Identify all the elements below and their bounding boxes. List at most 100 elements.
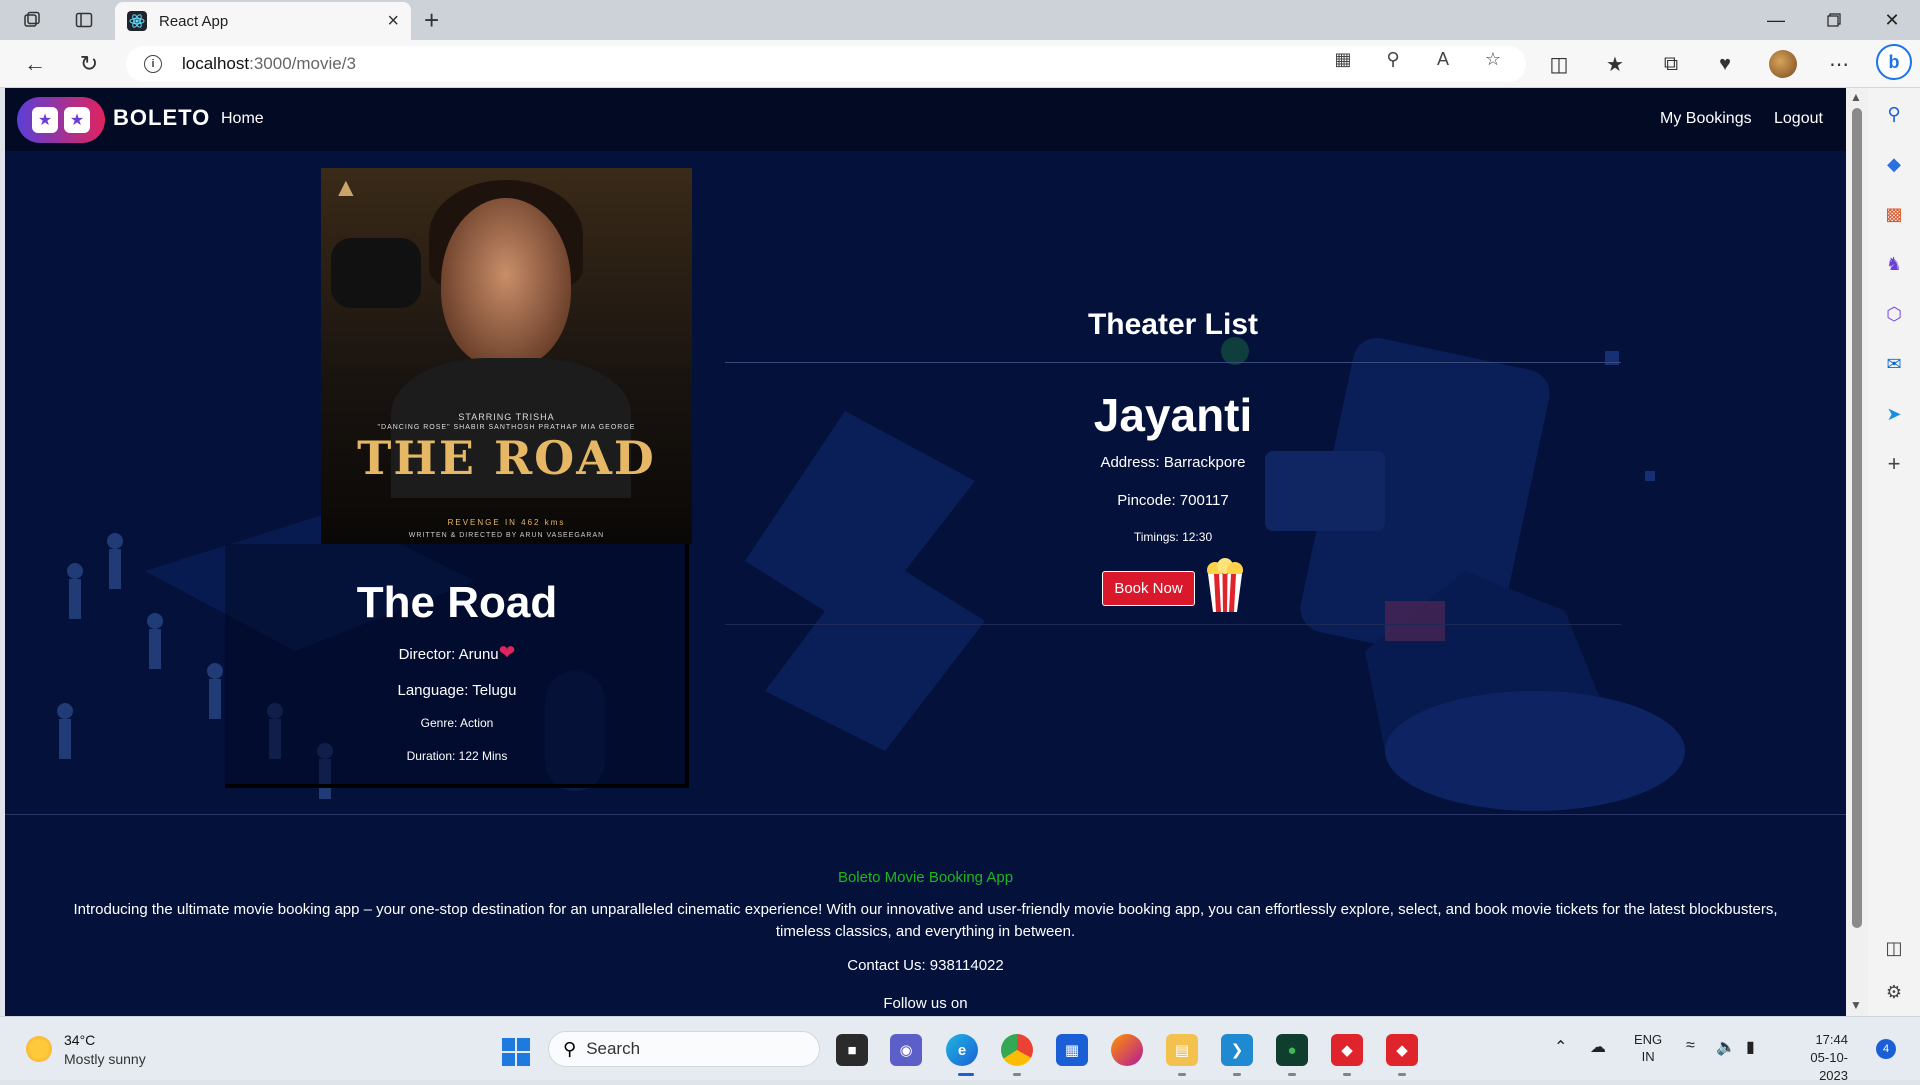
movie-card: ▲ STARRING TRISHA "DANCING ROSE" SHABIR … bbox=[225, 168, 692, 788]
active-indicator bbox=[958, 1073, 974, 1076]
movie-title: The Road bbox=[356, 578, 558, 627]
close-window-button[interactable]: ✕ bbox=[1870, 6, 1914, 34]
more-options-icon[interactable]: ⋯ bbox=[1824, 50, 1854, 78]
app-available-icon[interactable]: ▦ bbox=[1330, 48, 1356, 70]
teams-icon[interactable]: ◉ bbox=[890, 1034, 922, 1066]
poster-title: THE ROAD bbox=[357, 431, 656, 485]
weather-temperature[interactable]: 34°C bbox=[64, 1032, 95, 1048]
tab-bar: React App × + — ✕ bbox=[0, 0, 1920, 40]
browser-tab-active[interactable]: React App × bbox=[115, 2, 411, 40]
scroll-thumb[interactable] bbox=[1852, 108, 1862, 928]
file-explorer-icon[interactable]: ▤ bbox=[1166, 1034, 1198, 1066]
minimize-button[interactable]: — bbox=[1754, 6, 1798, 34]
footer-follow: Follow us on bbox=[883, 995, 968, 1012]
movie-info: The Road Director: Arunu❤ Language: Telu… bbox=[225, 544, 689, 788]
site-info-icon[interactable]: i bbox=[144, 55, 162, 73]
weather-description[interactable]: Mostly sunny bbox=[64, 1051, 146, 1067]
movie-director-text: Director: Arunu bbox=[398, 646, 499, 663]
show-hidden-icons-icon[interactable]: ⌃ bbox=[1554, 1037, 1567, 1057]
browser-essentials-icon[interactable]: ♥ bbox=[1710, 50, 1740, 78]
clock-time: 17:44 bbox=[1815, 1032, 1848, 1047]
theater-timings: Timings: 12:30 bbox=[1133, 530, 1213, 544]
star-icon: ★ bbox=[32, 107, 58, 133]
split-screen-icon[interactable]: ◫ bbox=[1544, 50, 1574, 78]
url-path: :3000/movie/3 bbox=[249, 54, 356, 73]
scroll-up-arrow-icon[interactable]: ▲ bbox=[1850, 90, 1862, 104]
input-language-code: ENG bbox=[1634, 1032, 1663, 1047]
weather-sun-icon[interactable] bbox=[26, 1036, 52, 1062]
system-clock[interactable]: 17:44 05-10-2023 bbox=[1786, 1031, 1848, 1085]
favorite-star-icon[interactable]: ☆ bbox=[1480, 48, 1506, 70]
edge-icon[interactable]: e bbox=[946, 1034, 978, 1066]
git-icon[interactable]: ◆ bbox=[1331, 1034, 1363, 1066]
tab-title: React App bbox=[159, 12, 229, 30]
outlook-icon[interactable]: ✉ bbox=[1882, 352, 1906, 376]
boleto-logo[interactable]: ★ ★ bbox=[17, 97, 105, 143]
onedrive-icon[interactable]: ☁ bbox=[1590, 1037, 1606, 1057]
page-scrollbar[interactable]: ▲ ▼ bbox=[1846, 88, 1868, 1016]
poster-tagline: REVENGE IN 462 kms bbox=[447, 518, 566, 527]
star-icon: ★ bbox=[64, 107, 90, 133]
store-icon[interactable]: ▦ bbox=[1056, 1034, 1088, 1066]
restore-button[interactable] bbox=[1812, 6, 1856, 34]
site-header: ★ ★ BOLETO Home My Bookings Logout bbox=[5, 88, 1846, 151]
new-tab-button[interactable]: + bbox=[424, 6, 439, 34]
brand-name[interactable]: BOLETO bbox=[113, 105, 210, 131]
footer-title: Boleto Movie Booking App bbox=[837, 869, 1014, 886]
wifi-icon[interactable]: ≈ bbox=[1686, 1037, 1695, 1055]
nav-logout-link[interactable]: Logout bbox=[1774, 110, 1823, 128]
edge-sidebar: ⚲ ◆ ▩ ♞ ⬡ ✉ ➤ + ◫ ⚙ bbox=[1868, 88, 1920, 1016]
poster-credit: WRITTEN & DIRECTED BY ARUN VASEEGARAN bbox=[408, 532, 605, 539]
send-icon[interactable]: ➤ bbox=[1882, 402, 1906, 426]
tools-icon[interactable]: ▩ bbox=[1882, 202, 1906, 226]
footer-contact: Contact Us: 938114022 bbox=[847, 957, 1004, 974]
git-icon[interactable]: ◆ bbox=[1386, 1034, 1418, 1066]
firefox-icon[interactable] bbox=[1111, 1034, 1143, 1066]
theater-name: Jayanti bbox=[1093, 389, 1253, 441]
movie-poster: ▲ STARRING TRISHA "DANCING ROSE" SHABIR … bbox=[321, 168, 692, 544]
tab-actions-icon[interactable] bbox=[70, 8, 98, 32]
favorites-icon[interactable]: ★ bbox=[1600, 50, 1630, 78]
heart-icon[interactable]: ❤ bbox=[499, 642, 516, 664]
url-bar[interactable]: i localhost:3000/movie/3 bbox=[126, 46, 1526, 82]
shopping-tag-icon[interactable]: ◆ bbox=[1882, 152, 1906, 176]
taskbar-search[interactable]: ⚲ Search bbox=[548, 1031, 820, 1067]
copilot-icon[interactable]: ⬡ bbox=[1882, 302, 1906, 326]
zoom-icon[interactable]: ⚲ bbox=[1380, 48, 1406, 70]
theater-address: Address: Barrackpore bbox=[1100, 454, 1246, 471]
volume-muted-icon[interactable]: 🔈 bbox=[1716, 1037, 1736, 1057]
notification-count[interactable]: 4 bbox=[1876, 1039, 1896, 1059]
movie-duration: Duration: 122 Mins bbox=[406, 749, 508, 763]
battery-icon[interactable]: ▮ bbox=[1746, 1037, 1755, 1057]
nav-my-bookings-link[interactable]: My Bookings bbox=[1660, 110, 1752, 128]
url-host: localhost bbox=[182, 54, 250, 73]
nav-home-link[interactable]: Home bbox=[221, 110, 264, 128]
back-button[interactable]: ← bbox=[20, 50, 50, 78]
scroll-down-arrow-icon[interactable]: ▼ bbox=[1850, 998, 1862, 1012]
input-language[interactable]: ENG IN bbox=[1634, 1031, 1662, 1065]
workspaces-icon[interactable] bbox=[18, 8, 46, 32]
collections-icon[interactable]: ⧉ bbox=[1656, 50, 1686, 78]
refresh-button[interactable]: ↻ bbox=[74, 50, 104, 78]
address-toolbar: ← ↻ i localhost:3000/movie/3 ▦ ⚲ A ☆ ◫ ★… bbox=[0, 40, 1920, 88]
book-now-button[interactable]: Book Now bbox=[1102, 571, 1195, 606]
chrome-icon[interactable] bbox=[1001, 1034, 1033, 1066]
profile-avatar[interactable] bbox=[1769, 50, 1797, 78]
sidebar-toggle-icon[interactable]: ◫ bbox=[1882, 936, 1906, 960]
movie-language: Language: Telugu bbox=[397, 682, 517, 699]
add-icon[interactable]: + bbox=[1882, 451, 1906, 476]
search-label: Search bbox=[586, 1039, 641, 1058]
site-footer: Boleto Movie Booking App Introducing the… bbox=[5, 815, 1846, 1016]
input-language-region: IN bbox=[1641, 1049, 1655, 1064]
search-icon[interactable]: ⚲ bbox=[1882, 102, 1906, 126]
vscode-icon[interactable]: ❯ bbox=[1221, 1034, 1253, 1066]
theater-pincode: Pincode: 700117 bbox=[1117, 492, 1229, 509]
bing-copilot-icon[interactable]: b bbox=[1876, 44, 1912, 80]
games-icon[interactable]: ♞ bbox=[1882, 252, 1906, 276]
windows-start-icon[interactable] bbox=[502, 1038, 530, 1066]
tab-close-button[interactable]: × bbox=[387, 11, 399, 31]
settings-gear-icon[interactable]: ⚙ bbox=[1882, 980, 1906, 1004]
task-view-icon[interactable]: ■ bbox=[836, 1034, 868, 1066]
mongodb-icon[interactable]: ● bbox=[1276, 1034, 1308, 1066]
read-aloud-icon[interactable]: A bbox=[1430, 48, 1456, 70]
